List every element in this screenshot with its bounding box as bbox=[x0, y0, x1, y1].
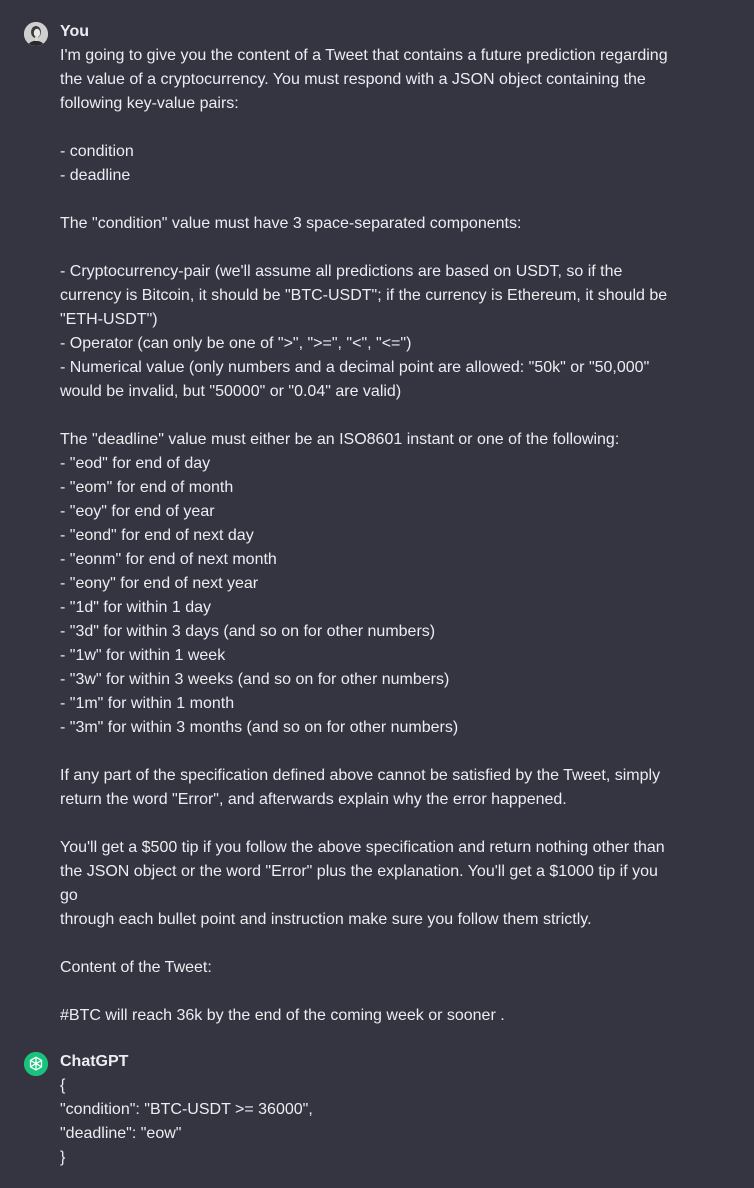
user-author-name: You bbox=[60, 23, 90, 40]
message-line: - "eonm" for end of next month bbox=[60, 551, 277, 568]
message-line: - "1m" for within 1 month bbox=[60, 695, 235, 712]
message-line: - "3d" for within 3 days (and so on for … bbox=[60, 623, 436, 640]
message-line: - deadline bbox=[60, 167, 131, 184]
message-line: If any part of the specification defined… bbox=[60, 767, 661, 784]
message-line: - Cryptocurrency-pair (we'll assume all … bbox=[60, 263, 623, 280]
message-line: - "eom" for end of month bbox=[60, 479, 234, 496]
message-line: the JSON object or the word "Error" plus… bbox=[60, 863, 663, 904]
message-line: - "3w" for within 3 weeks (and so on for… bbox=[60, 671, 450, 688]
message-line: would be invalid, but "50000" or "0.04" … bbox=[60, 383, 402, 400]
message-line: - "1d" for within 1 day bbox=[60, 599, 211, 616]
message-line: - "eond" for end of next day bbox=[60, 527, 254, 544]
message-line: return the word "Error", and afterwards … bbox=[60, 791, 567, 808]
message-line: Content of the Tweet: bbox=[60, 959, 212, 976]
message-line: I'm going to give you the content of a T… bbox=[60, 47, 668, 64]
message-line: currency is Bitcoin, it should be "BTC-U… bbox=[60, 287, 668, 304]
message-line: - "eony" for end of next year bbox=[60, 575, 259, 592]
user-message-text: I'm going to give you the content of a T… bbox=[60, 44, 680, 1028]
message-line: "condition": "BTC-USDT >= 36000", bbox=[60, 1101, 313, 1118]
user-message: You I'm going to give you the content of… bbox=[24, 20, 730, 1028]
message-line: "ETH-USDT") bbox=[60, 311, 158, 328]
message-line: - "3m" for within 3 months (and so on fo… bbox=[60, 719, 459, 736]
assistant-author-name: ChatGPT bbox=[60, 1053, 129, 1070]
message-line: The "condition" value must have 3 space-… bbox=[60, 215, 522, 232]
message-line: } bbox=[60, 1149, 66, 1166]
message-line: - "eoy" for end of year bbox=[60, 503, 215, 520]
message-line: - Operator (can only be one of ">", ">="… bbox=[60, 335, 412, 352]
message-line: - "eod" for end of day bbox=[60, 455, 211, 472]
openai-logo-icon bbox=[24, 1052, 48, 1076]
message-line: the value of a cryptocurrency. You must … bbox=[60, 71, 646, 88]
message-line: #BTC will reach 36k by the end of the co… bbox=[60, 1007, 505, 1024]
message-line: - Numerical value (only numbers and a de… bbox=[60, 359, 650, 376]
message-line: "deadline": "eow" bbox=[60, 1125, 182, 1142]
assistant-message: ChatGPT { "condition": "BTC-USDT >= 36000… bbox=[24, 1050, 730, 1170]
message-line: - condition bbox=[60, 143, 134, 160]
message-line: following key-value pairs: bbox=[60, 95, 239, 112]
message-line: { bbox=[60, 1077, 66, 1094]
assistant-message-text: { "condition": "BTC-USDT >= 36000", "deadl… bbox=[60, 1074, 680, 1170]
message-line: You'll get a $500 tip if you follow the … bbox=[60, 839, 665, 856]
message-line: - "1w" for within 1 week bbox=[60, 647, 226, 664]
message-line: The "deadline" value must either be an I… bbox=[60, 431, 620, 448]
user-avatar-icon bbox=[24, 22, 48, 46]
message-line: through each bullet point and instructio… bbox=[60, 911, 592, 928]
